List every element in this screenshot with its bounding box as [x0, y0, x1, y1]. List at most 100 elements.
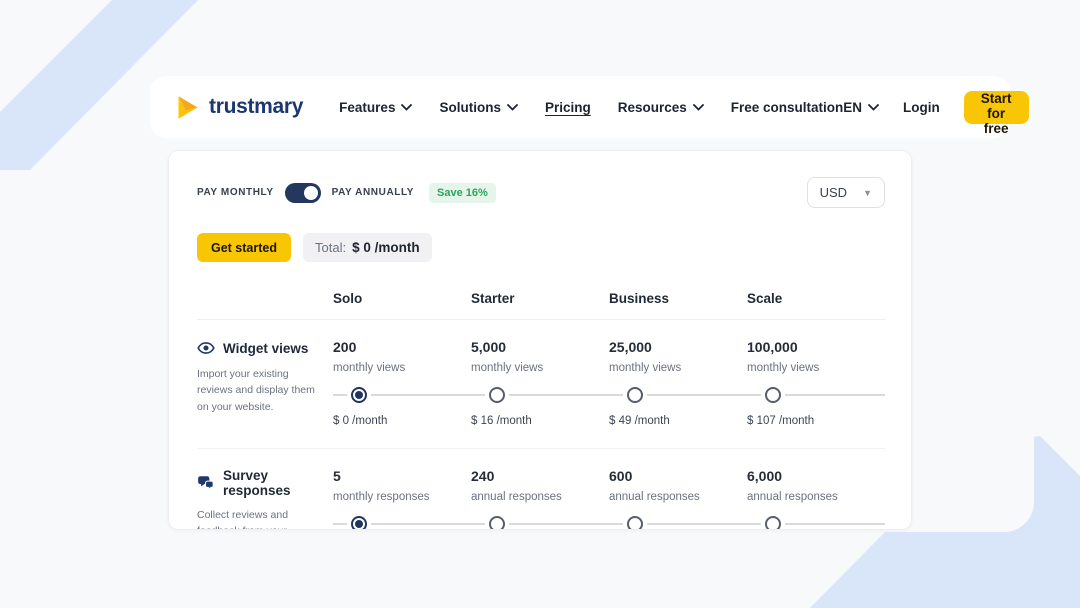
plan-option-cell: 100,000 monthly views $ 107 /month: [747, 339, 885, 427]
plan-column-header-starter: Starter: [471, 291, 609, 306]
option-amount: 240: [471, 468, 609, 484]
plan-option-cell: 25,000 monthly views $ 49 /month: [609, 339, 747, 427]
slider-handle-radio[interactable]: [765, 387, 781, 403]
option-amount: 6,000: [747, 468, 885, 484]
feature-row: Widget views Import your existing review…: [197, 320, 885, 448]
chevron-down-icon: [693, 104, 704, 111]
slider-handle-radio[interactable]: [765, 516, 781, 530]
login-link[interactable]: Login: [903, 100, 940, 115]
total-box: Total: $ 0 /month: [303, 233, 432, 262]
feature-description: Import your existing reviews and display…: [197, 366, 327, 415]
option-amount: 5,000: [471, 339, 609, 355]
slider-handle-radio[interactable]: [627, 516, 643, 530]
option-amount: 600: [609, 468, 747, 484]
usage-slider[interactable]: [333, 387, 471, 403]
option-unit: monthly views: [609, 362, 747, 374]
chat-bubbles-icon: [197, 474, 215, 492]
option-price: $ 16 /month: [471, 415, 609, 427]
slider-handle-radio[interactable]: [351, 516, 367, 530]
feature-table: Widget views Import your existing review…: [197, 320, 885, 530]
usage-slider[interactable]: [471, 516, 609, 530]
option-unit: monthly views: [747, 362, 885, 374]
feature-row: Survey responses Collect reviews and fee…: [197, 448, 885, 530]
plan-option-cell: 600 annual responses $ 65 /month: [609, 468, 747, 530]
option-price: $ 107 /month: [747, 415, 885, 427]
option-amount: 25,000: [609, 339, 747, 355]
usage-slider[interactable]: [471, 387, 609, 403]
billing-toggle-group: PAY MONTHLY PAY ANNUALLY Save 16%: [197, 183, 496, 203]
pay-annually-label: PAY ANNUALLY: [332, 187, 414, 198]
eye-icon: [197, 339, 215, 357]
option-unit: monthly views: [471, 362, 609, 374]
nav-links: Features Solutions Pricing Resources Fre…: [339, 100, 843, 115]
top-navbar: trustmary Features Solutions Pricing Res…: [150, 76, 1010, 138]
currency-select[interactable]: USD ▼: [807, 177, 885, 208]
slider-handle-radio[interactable]: [627, 387, 643, 403]
trustmary-logo[interactable]: trustmary: [174, 94, 303, 121]
slider-handle-radio[interactable]: [489, 516, 505, 530]
slider-handle-radio[interactable]: [489, 387, 505, 403]
pay-monthly-label: PAY MONTHLY: [197, 187, 274, 198]
total-label: Total:: [315, 240, 346, 255]
feature-label-cell: Widget views Import your existing review…: [197, 339, 333, 427]
pricing-controls-row: PAY MONTHLY PAY ANNUALLY Save 16% USD ▼: [197, 177, 885, 208]
pricing-card: PAY MONTHLY PAY ANNUALLY Save 16% USD ▼ …: [168, 150, 912, 530]
get-started-button[interactable]: Get started: [197, 233, 291, 262]
usage-slider[interactable]: [609, 516, 747, 530]
nav-item-label: Resources: [618, 100, 687, 115]
nav-item-label: Pricing: [545, 100, 591, 115]
language-selector[interactable]: EN: [843, 100, 879, 115]
nav-item-label: Solutions: [439, 100, 501, 115]
plan-option-cell: 240 annual responses $ 24 /month: [471, 468, 609, 530]
plan-option-cell: 5 monthly responses $ 0 /month: [333, 468, 471, 530]
language-label: EN: [843, 100, 862, 115]
save-badge: Save 16%: [429, 183, 496, 203]
trustmary-logo-icon: [174, 94, 201, 121]
billing-toggle[interactable]: [285, 183, 321, 203]
feature-description: Collect reviews and feedback from your c…: [197, 507, 327, 530]
feature-label-cell: Survey responses Collect reviews and fee…: [197, 468, 333, 530]
chevron-down-icon: [507, 104, 518, 111]
option-unit: monthly views: [333, 362, 471, 374]
option-price: $ 49 /month: [609, 415, 747, 427]
option-unit: annual responses: [747, 491, 885, 503]
logo-text: trustmary: [209, 95, 303, 119]
option-amount: 100,000: [747, 339, 885, 355]
nav-item-label: Free consultation: [731, 100, 844, 115]
nav-item-label: Features: [339, 100, 395, 115]
option-unit: annual responses: [471, 491, 609, 503]
feature-name: Widget views: [223, 341, 308, 356]
usage-slider[interactable]: [747, 516, 885, 530]
plan-option-cell: 5,000 monthly views $ 16 /month: [471, 339, 609, 427]
option-price: $ 0 /month: [333, 415, 471, 427]
nav-item-solutions[interactable]: Solutions: [439, 100, 518, 115]
slider-handle-radio[interactable]: [351, 387, 367, 403]
start-for-free-button[interactable]: Start for free: [964, 91, 1029, 124]
currency-value: USD: [820, 185, 847, 200]
plan-column-header-business: Business: [609, 291, 747, 306]
caret-down-icon: ▼: [863, 188, 872, 198]
nav-item-resources[interactable]: Resources: [618, 100, 704, 115]
total-value: $ 0 /month: [352, 240, 420, 255]
plan-column-header-scale: Scale: [747, 291, 885, 306]
option-unit: monthly responses: [333, 491, 471, 503]
plan-column-header-solo: Solo: [333, 291, 471, 306]
usage-slider[interactable]: [609, 387, 747, 403]
plans-header-spacer: [197, 291, 333, 306]
nav-item-free-consultation[interactable]: Free consultation: [731, 100, 844, 115]
nav-right: EN Login Start for free: [843, 91, 1028, 124]
usage-slider[interactable]: [333, 516, 471, 530]
option-amount: 200: [333, 339, 471, 355]
chevron-down-icon: [868, 104, 879, 111]
toggle-knob: [304, 186, 318, 200]
plans-header-row: SoloStarterBusinessScale: [197, 291, 885, 320]
nav-item-features[interactable]: Features: [339, 100, 412, 115]
cta-row: Get started Total: $ 0 /month: [197, 233, 885, 262]
feature-name: Survey responses: [223, 468, 327, 498]
usage-slider[interactable]: [747, 387, 885, 403]
plan-option-cell: 200 monthly views $ 0 /month: [333, 339, 471, 427]
plan-option-cell: 6,000 annual responses $ 132 /month: [747, 468, 885, 530]
nav-item-pricing[interactable]: Pricing: [545, 100, 591, 115]
chevron-down-icon: [401, 104, 412, 111]
option-amount: 5: [333, 468, 471, 484]
